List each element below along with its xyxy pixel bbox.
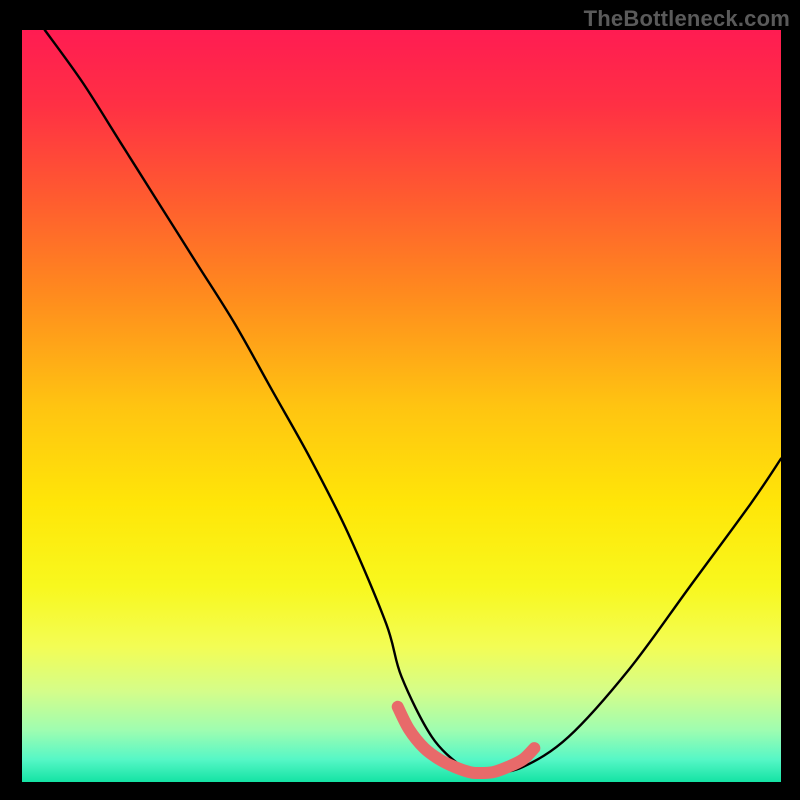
bottleneck-curve-chart xyxy=(0,0,800,800)
chart-frame: { "watermark": "TheBottleneck.com", "cha… xyxy=(0,0,800,800)
watermark-text: TheBottleneck.com xyxy=(584,6,790,32)
plot-background xyxy=(22,30,781,782)
